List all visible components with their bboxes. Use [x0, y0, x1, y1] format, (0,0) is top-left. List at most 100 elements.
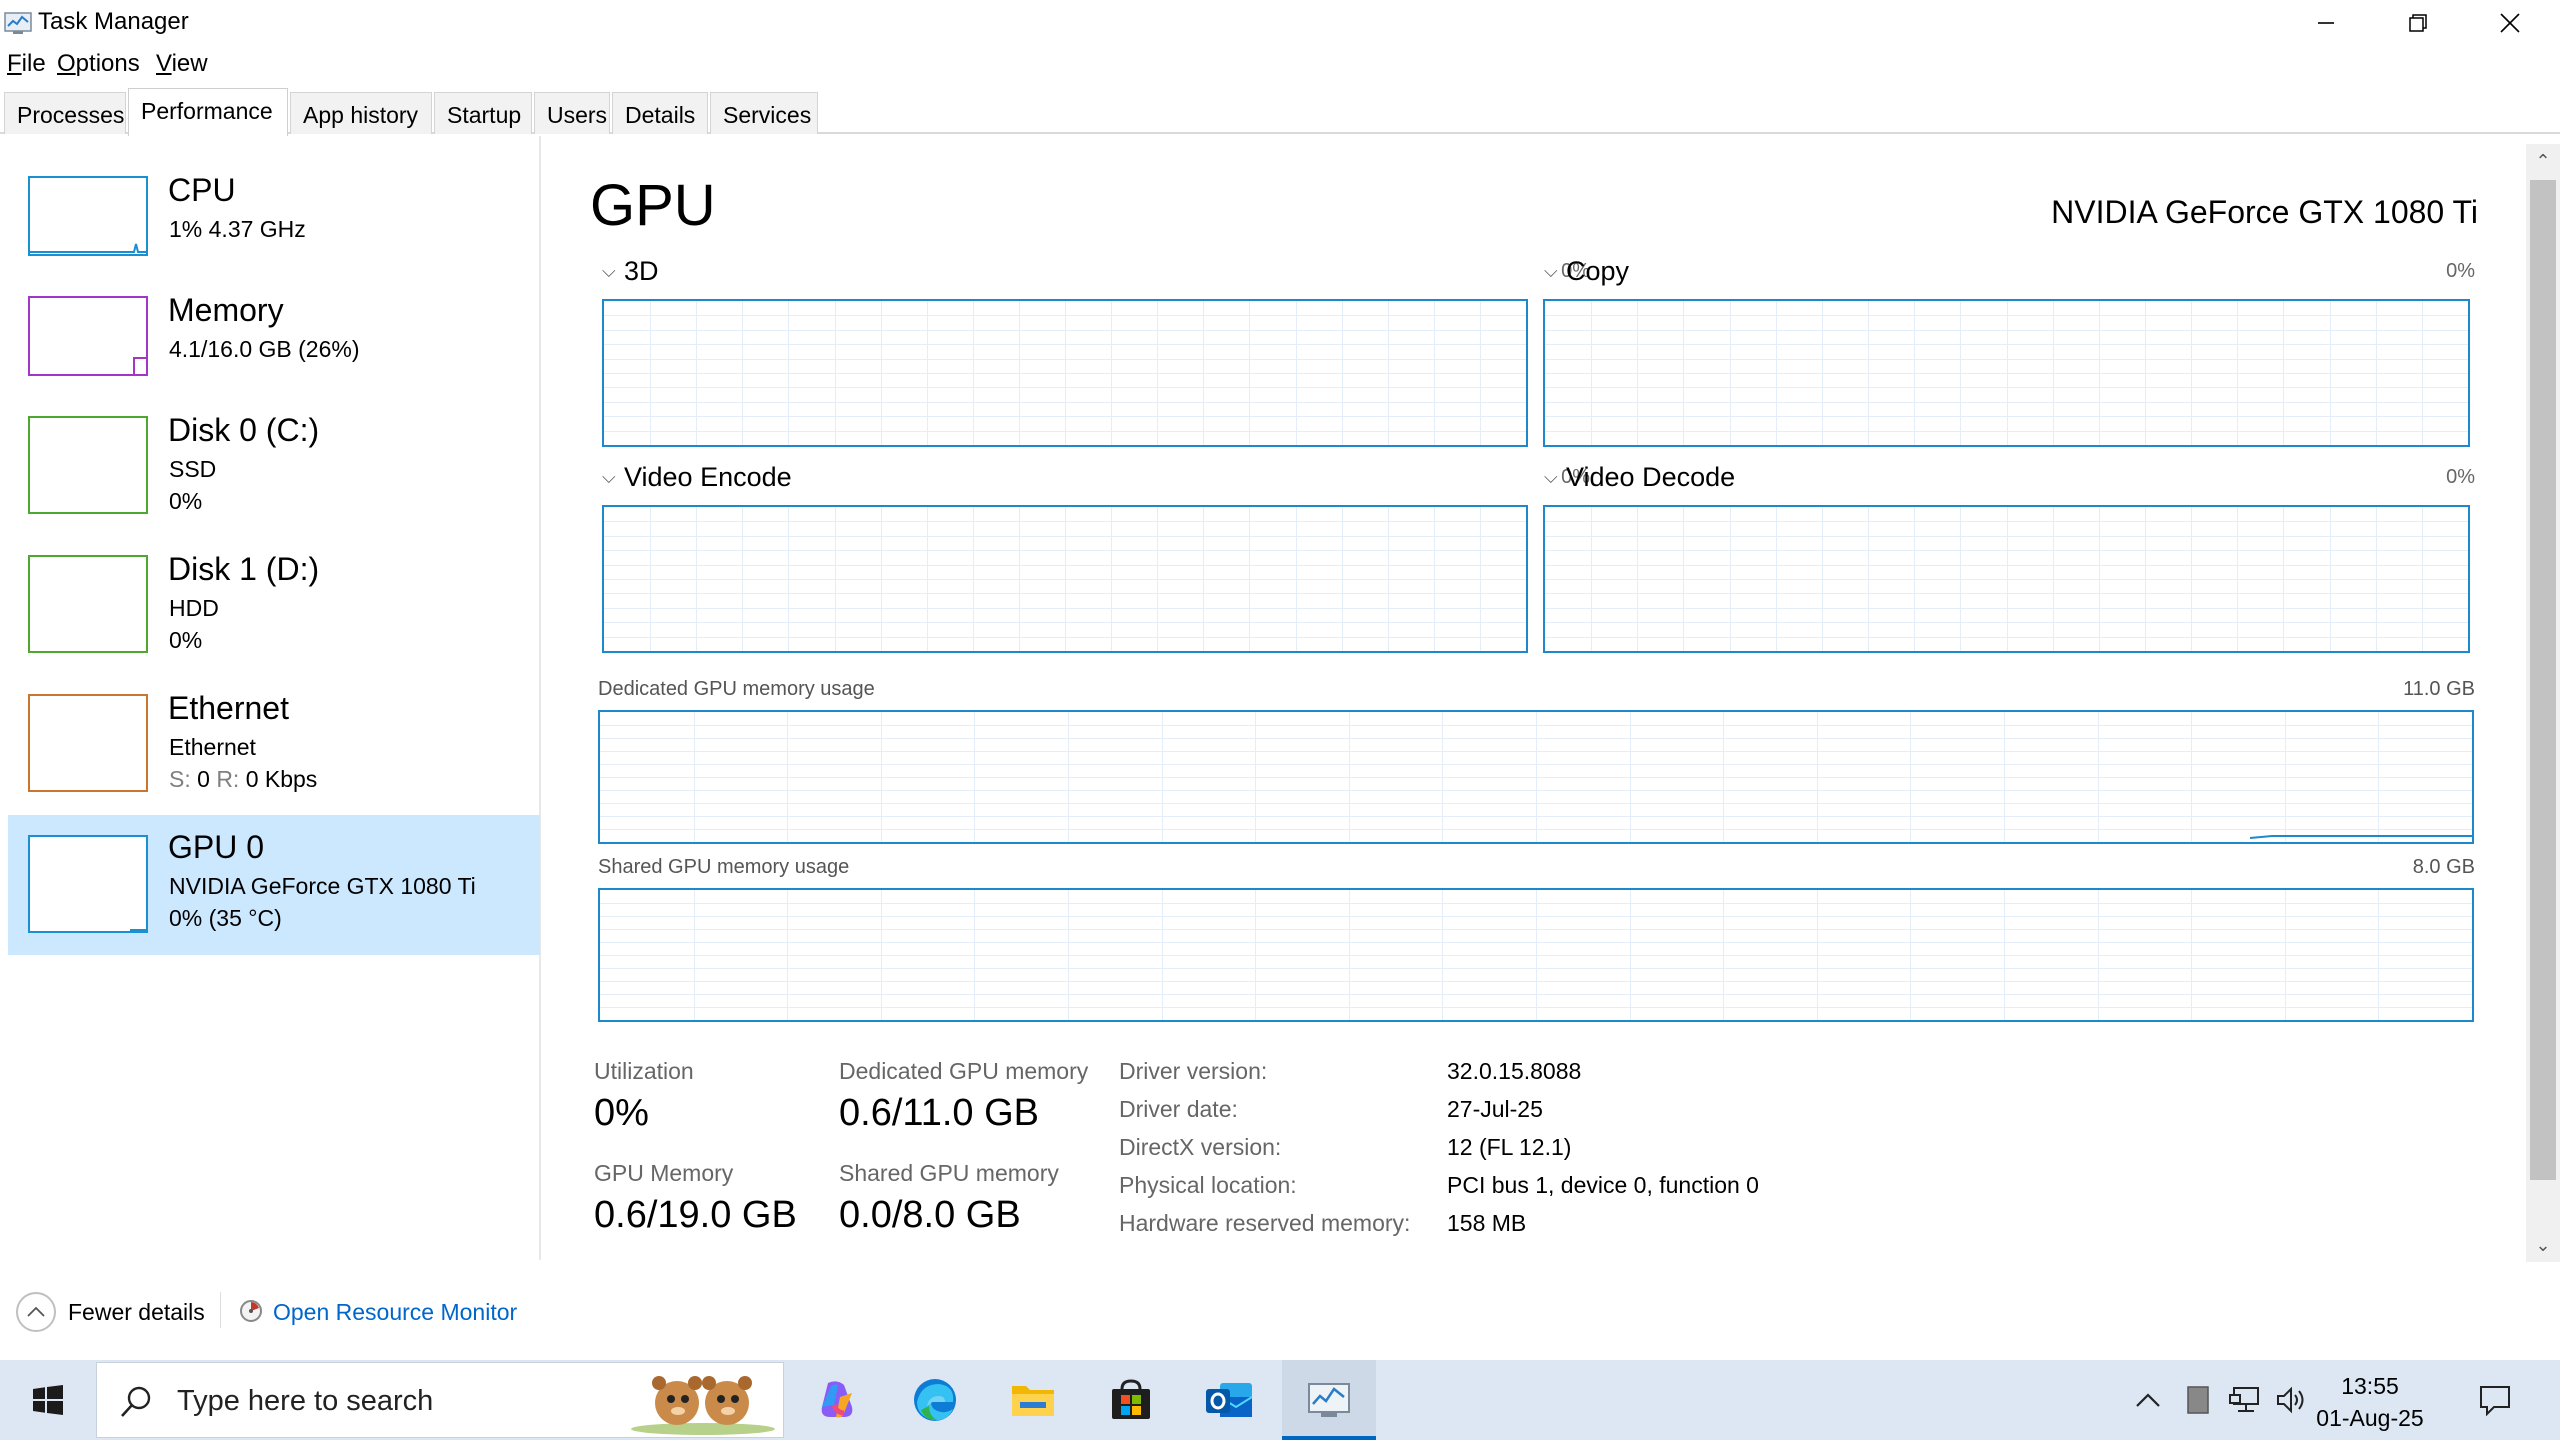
taskbar-edge[interactable] — [888, 1360, 982, 1440]
graph-percent: 0% — [2446, 466, 2475, 488]
chevron-down-icon: ⌵ — [602, 467, 616, 487]
sidebar-item-title: Disk 1 (D:) — [168, 551, 320, 587]
notification-icon — [2480, 1386, 2510, 1416]
directx-version-value: 12 (FL 12.1) — [1447, 1134, 1572, 1160]
tab-details[interactable]: Details — [612, 92, 708, 134]
search-highlight-illustration-icon — [631, 1376, 775, 1435]
tab-app-history[interactable]: App history — [290, 92, 432, 134]
tray-battery[interactable] — [2178, 1360, 2218, 1440]
clock-date: 01-Aug-25 — [2316, 1405, 2424, 1431]
tab-performance[interactable]: Performance — [128, 88, 288, 136]
taskbar-file-explorer[interactable] — [986, 1360, 1080, 1440]
graph-video-decode — [1543, 505, 2470, 653]
scroll-down-icon[interactable]: ⌄ — [2526, 1228, 2560, 1262]
restore-icon — [2409, 14, 2427, 32]
tab-users[interactable]: Users — [534, 92, 610, 134]
minimize-button[interactable] — [2280, 0, 2372, 46]
chevron-down-icon: ⌵ — [1544, 261, 1558, 281]
system-clock[interactable]: 13:55 01-Aug-25 — [2300, 1370, 2440, 1434]
ethernet-thumbnail-graph — [28, 694, 148, 792]
battery-icon — [2187, 1386, 2209, 1414]
tab-processes[interactable]: Processes — [4, 92, 126, 134]
sidebar-item-gpu-0[interactable]: GPU 0 NVIDIA GeForce GTX 1080 Ti 0% (35 … — [8, 815, 540, 955]
tab-bar: Processes Performance App history Startu… — [0, 84, 2560, 136]
gpu-memory-value: 0.6/19.0 GB — [594, 1194, 797, 1236]
driver-version-value: 32.0.15.8088 — [1447, 1058, 1582, 1084]
footer-bar: Fewer details Open Resource Monitor — [0, 1262, 2560, 1360]
sidebar-item-detail: 1% 4.37 GHz — [169, 216, 306, 242]
clock-time: 13:55 — [2341, 1373, 2399, 1399]
chevron-up-circle-icon[interactable] — [16, 1292, 56, 1332]
utilization-value: 0% — [594, 1092, 649, 1134]
taskbar-copilot[interactable] — [790, 1360, 884, 1440]
scroll-up-icon[interactable]: ⌃ — [2526, 144, 2560, 178]
fewer-details-link[interactable]: Fewer details — [68, 1299, 205, 1326]
windows-start-icon — [33, 1385, 63, 1415]
active-app-indicator — [1282, 1436, 1376, 1440]
page-title: GPU — [590, 173, 716, 238]
sidebar-item-disk-0[interactable]: Disk 0 (C:) SSD 0% — [8, 400, 540, 536]
engine-selector-video-encode[interactable]: ⌵ Video Encode — [602, 462, 792, 493]
graph-copy — [1543, 299, 2470, 447]
sidebar-item-cpu[interactable]: CPU 1% 4.37 GHz — [8, 160, 540, 296]
shared-memory-max: 8.0 GB — [2412, 856, 2475, 878]
driver-version-label: Driver version: — [1119, 1058, 1268, 1084]
show-hidden-icons-button[interactable] — [2128, 1360, 2168, 1440]
driver-date-label: Driver date: — [1119, 1096, 1238, 1122]
title-bar[interactable]: Task Manager — [0, 0, 2560, 46]
sidebar-item-detail: 0% (35 °C) — [169, 905, 282, 931]
taskbar-microsoft-store[interactable] — [1084, 1360, 1178, 1440]
sidebar-item-title: GPU 0 — [168, 829, 265, 865]
dedicated-memory-max: 11.0 GB — [2403, 678, 2475, 700]
memory-thumbnail-graph — [28, 296, 148, 376]
dedicated-memory-stat-label: Dedicated GPU memory — [839, 1058, 1089, 1084]
graph-percent: 0% — [2446, 260, 2475, 282]
window-title: Task Manager — [38, 8, 189, 35]
resource-monitor-icon — [238, 1298, 264, 1324]
dedicated-memory-line — [2249, 835, 2472, 839]
tray-network[interactable] — [2222, 1360, 2268, 1440]
sidebar-item-ethernet[interactable]: Ethernet Ethernet S: 0 R: 0 Kbps — [8, 678, 540, 814]
taskbar: Type here to search 13:55 01-Aug-25 — [0, 1360, 2560, 1440]
taskbar-outlook[interactable] — [1182, 1360, 1276, 1440]
shared-memory-label: Shared GPU memory usage — [598, 856, 850, 878]
divider — [220, 1292, 221, 1328]
restore-button[interactable] — [2372, 0, 2464, 46]
sidebar-item-detail: 4.1/16.0 GB (26%) — [169, 336, 360, 362]
taskbar-search-box[interactable]: Type here to search — [96, 1362, 784, 1438]
scroll-thumb[interactable] — [2530, 180, 2556, 1180]
outlook-icon — [1206, 1383, 1253, 1417]
physical-location-label: Physical location: — [1119, 1172, 1297, 1198]
menu-options[interactable]: Options — [57, 50, 140, 78]
minimize-icon — [2318, 22, 2334, 24]
sidebar-item-title: Memory — [168, 292, 284, 328]
close-button[interactable] — [2464, 0, 2556, 46]
menu-bar: File Options View — [0, 46, 2560, 84]
engine-selector-video-decode[interactable]: ⌵ Video Decode — [1544, 462, 1735, 493]
tab-startup[interactable]: Startup — [434, 92, 532, 134]
menu-view[interactable]: View — [156, 50, 208, 78]
dedicated-memory-label: Dedicated GPU memory usage — [598, 678, 875, 700]
physical-location-value: PCI bus 1, device 0, function 0 — [1447, 1172, 1759, 1198]
engine-selector-3d[interactable]: ⌵ 3D — [602, 256, 659, 287]
graph-3d — [602, 299, 1528, 447]
sidebar-item-title: Ethernet — [168, 690, 289, 726]
open-resource-monitor-link[interactable]: Open Resource Monitor — [273, 1299, 517, 1326]
task-manager-icon — [1308, 1383, 1350, 1417]
graph-grid — [600, 890, 2472, 1020]
notifications-button[interactable] — [2470, 1360, 2520, 1440]
sidebar-item-title: CPU — [168, 172, 236, 208]
sidebar-item-disk-1[interactable]: Disk 1 (D:) HDD 0% — [8, 539, 540, 675]
search-placeholder: Type here to search — [177, 1385, 434, 1417]
cpu-thumbnail-graph — [28, 176, 148, 256]
gpu-model-name: NVIDIA GeForce GTX 1080 Ti — [2051, 194, 2478, 230]
start-button[interactable] — [0, 1360, 96, 1440]
sidebar-item-memory[interactable]: Memory 4.1/16.0 GB (26%) — [8, 280, 540, 416]
graph-grid — [604, 507, 1526, 651]
vertical-scrollbar[interactable]: ⌃ ⌄ — [2526, 144, 2560, 1262]
menu-file[interactable]: File — [7, 50, 46, 78]
taskbar-task-manager[interactable] — [1282, 1360, 1376, 1440]
chevron-down-icon: ⌵ — [602, 261, 616, 281]
engine-selector-copy[interactable]: ⌵ Copy — [1544, 256, 1629, 287]
tab-services[interactable]: Services — [710, 92, 818, 134]
